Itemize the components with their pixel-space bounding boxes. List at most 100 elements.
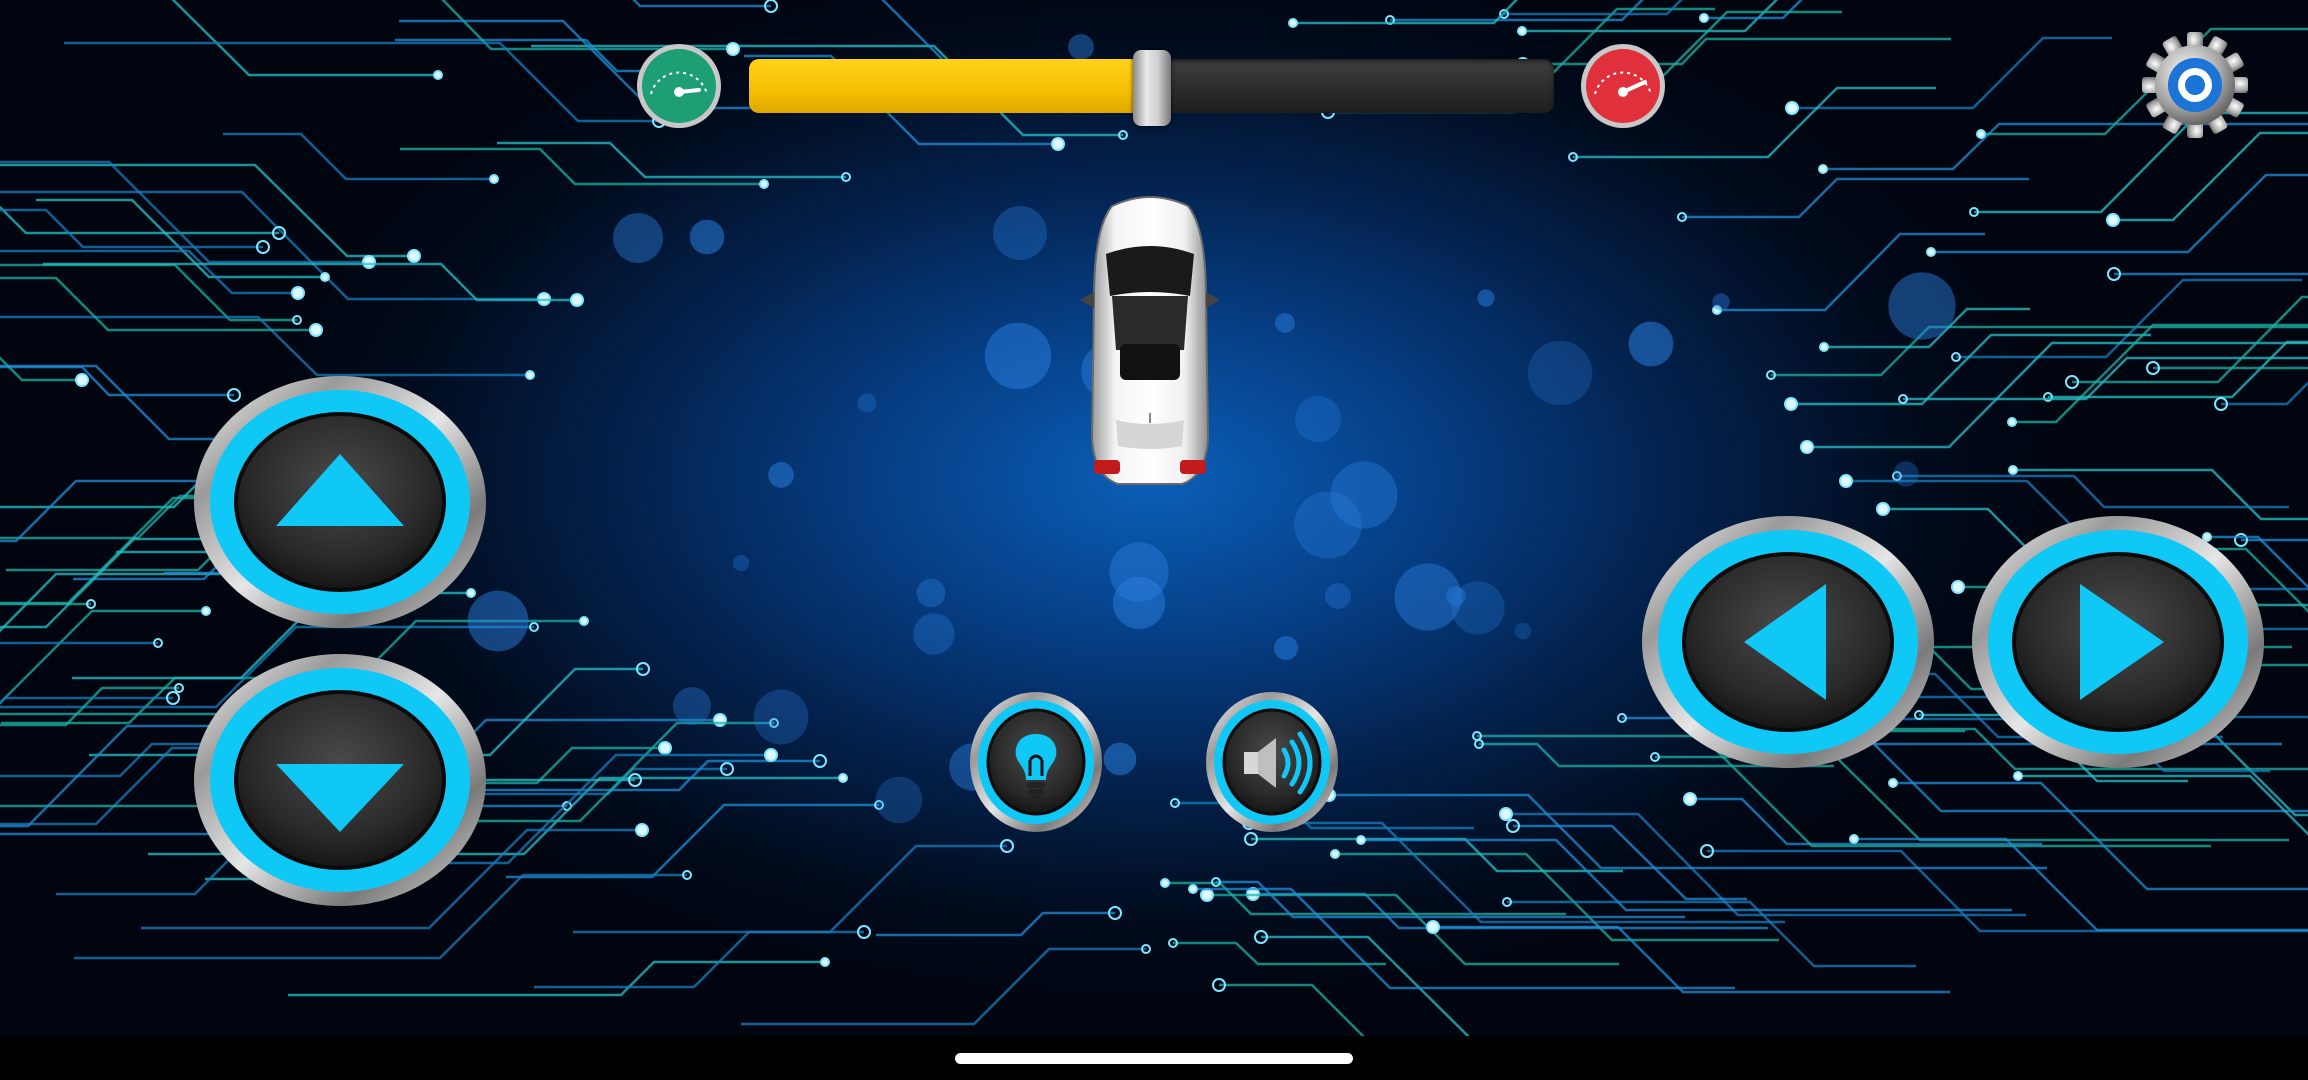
speed-slider-fill [749, 59, 1152, 113]
circuit-trace [0, 205, 279, 235]
glow-dot [689, 219, 725, 255]
glow-dot [875, 776, 923, 824]
circuit-trace [876, 911, 1115, 937]
glow-dot [1103, 742, 1137, 776]
light-button[interactable] [968, 690, 1104, 834]
glow-dot [913, 613, 955, 655]
circuit-node [309, 323, 323, 337]
glow-dot [916, 578, 946, 608]
circuit-trace [1507, 900, 1916, 968]
circuit-trace [0, 696, 173, 705]
glow-dot [1068, 34, 1094, 60]
circuit-node [1288, 18, 1298, 28]
glow-dot [732, 554, 750, 572]
circuit-node [1330, 849, 1340, 859]
circuit-trace [395, 38, 660, 73]
glow-dot [1109, 542, 1169, 602]
circuit-trace [64, 41, 659, 123]
circuit-node [1951, 580, 1965, 594]
circuit-node [1888, 778, 1898, 788]
circuit-trace [288, 960, 825, 997]
circuit-node [320, 272, 330, 282]
glow-dot [1274, 636, 1298, 660]
circuit-trace [741, 947, 1146, 1026]
circuit-node [525, 370, 535, 380]
circuit-node [1784, 397, 1798, 411]
circuit-node [1356, 835, 1366, 845]
circuit-trace [0, 641, 158, 645]
circuit-node [1819, 342, 1829, 352]
circuit-node [1849, 834, 1859, 844]
glow-dot [984, 322, 1052, 390]
circuit-node [291, 286, 305, 300]
circuit-node [489, 174, 499, 184]
circuit-trace [2018, 774, 2308, 836]
circuit-trace [1931, 173, 2308, 254]
circuit-trace [2012, 323, 2308, 424]
circuit-node [1499, 807, 1513, 821]
home-indicator[interactable] [955, 1053, 1353, 1064]
glow-dot [1628, 321, 1674, 367]
circuit-trace [1219, 983, 1365, 1036]
circuit-trace [632, 0, 771, 8]
circuit-node [362, 255, 376, 269]
circuit-trace [1522, 0, 1779, 33]
glow-dot [753, 689, 809, 745]
backward-button[interactable] [192, 652, 488, 908]
settings-button[interactable] [2140, 30, 2250, 140]
circuit-node [1785, 101, 1799, 115]
circuit-trace [0, 602, 91, 606]
circuit-node [75, 373, 89, 387]
circuit-trace [1707, 849, 2308, 933]
circuit-node [759, 179, 769, 189]
circuit-trace [1690, 797, 2042, 846]
circuit-trace [1956, 278, 2302, 359]
circuit-node [2013, 771, 2023, 781]
circuit-trace [0, 208, 263, 249]
circuit-node [1818, 164, 1828, 174]
circuit-trace [1854, 837, 2308, 932]
speed-slider-thumb[interactable] [1132, 50, 1171, 126]
circuit-node [1800, 440, 1814, 454]
right-button[interactable] [1970, 514, 2266, 770]
circuit-trace [0, 249, 298, 295]
circuit-node [1160, 878, 1170, 888]
forward-button[interactable] [192, 374, 488, 630]
circuit-trace [1433, 925, 1950, 994]
circuit-node [1976, 129, 1986, 139]
circuit-trace [881, 0, 1108, 66]
circuit-node [570, 293, 584, 307]
circuit-trace [2048, 340, 2308, 399]
circuit-node [1051, 137, 1065, 151]
glow-dot [1325, 583, 1351, 609]
glow-dot [612, 212, 664, 264]
circuit-node [1699, 13, 1709, 23]
glow-dot [1514, 622, 1532, 640]
circuit-trace [1903, 356, 2308, 401]
glow-dot [768, 462, 794, 488]
circuit-node [2008, 465, 2018, 475]
speedometer-slow-icon[interactable] [635, 42, 723, 130]
circuit-trace [1329, 793, 2047, 870]
gear-icon [2142, 32, 2248, 138]
glow-dot [1294, 491, 1362, 559]
circuit-node [635, 823, 649, 837]
circuit-node [838, 773, 848, 783]
circuit-node [1683, 792, 1697, 806]
glow-dot [1712, 293, 1730, 311]
circuit-trace [171, 0, 438, 77]
glow-dot [1527, 340, 1593, 406]
circuit-trace [1893, 781, 2308, 891]
circuit-trace [2153, 366, 2308, 370]
circuit-trace [1261, 935, 1470, 1036]
circuit-trace [1207, 893, 1619, 966]
speedometer-fast-icon[interactable] [1579, 42, 1667, 130]
horn-button[interactable] [1204, 690, 1340, 834]
circuit-node [1426, 920, 1440, 934]
left-button[interactable] [1640, 514, 1936, 770]
circuit-node [764, 748, 778, 762]
circuit-node [1517, 26, 1527, 36]
circuit-trace [1792, 36, 2112, 110]
car [1072, 188, 1228, 490]
circuit-node [433, 70, 443, 80]
